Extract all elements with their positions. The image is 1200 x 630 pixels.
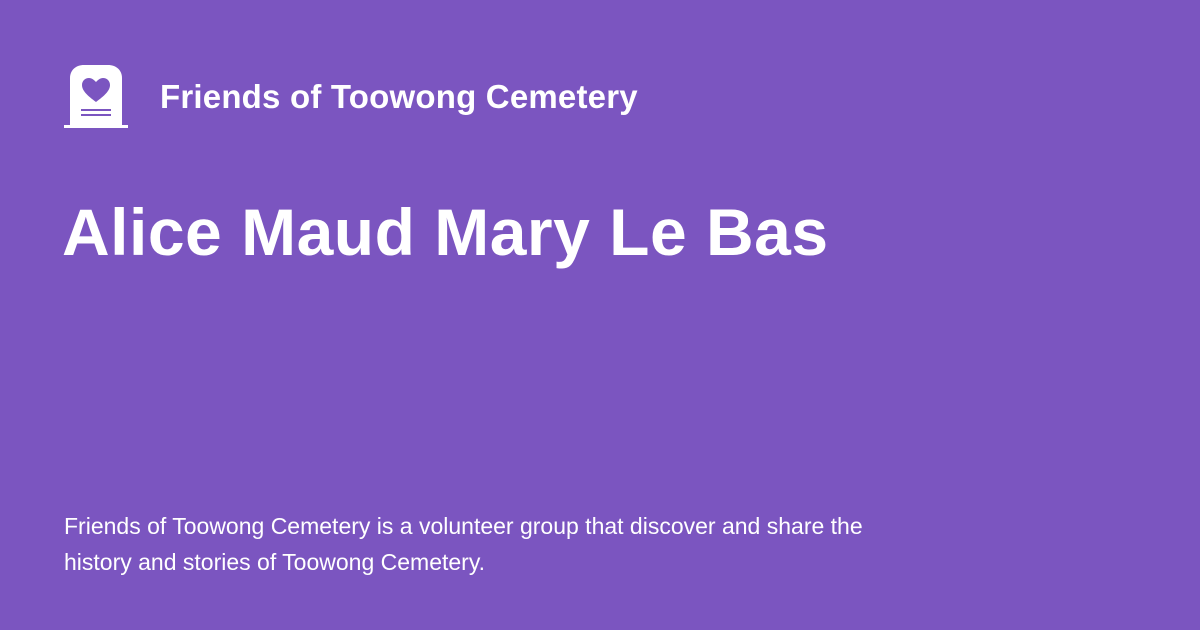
page-title: Alice Maud Mary Le Bas — [62, 195, 829, 269]
site-description: Friends of Toowong Cemetery is a volunte… — [64, 513, 863, 575]
gravestone-heart-icon — [64, 65, 128, 128]
site-brand[interactable]: Friends of Toowong Cemetery — [64, 64, 638, 128]
site-name: Friends of Toowong Cemetery — [160, 77, 638, 115]
